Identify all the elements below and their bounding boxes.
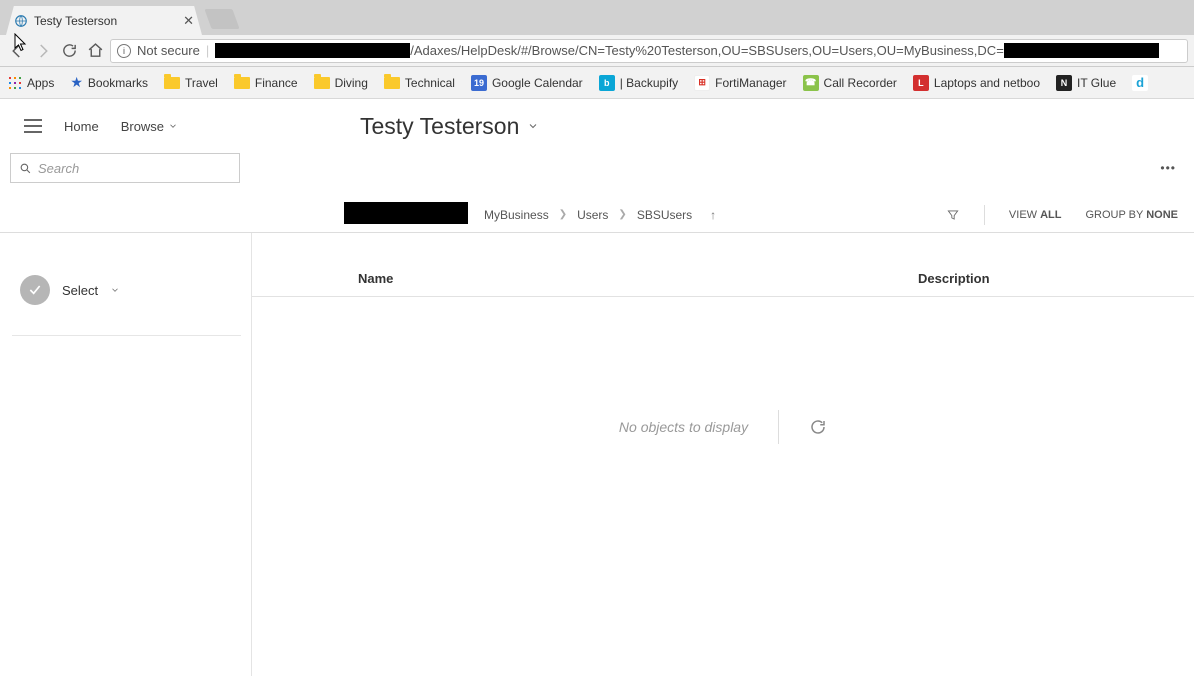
breadcrumb-row: MyBusiness ❯ Users ❯ SBSUsers ↑ VIEW ALL… <box>0 197 1194 233</box>
bookmark-diving[interactable]: Diving <box>314 75 368 91</box>
forti-icon: ⊞ <box>694 75 710 91</box>
security-label: Not secure <box>137 43 200 58</box>
sidebar: Select <box>0 233 252 676</box>
tab-favicon <box>14 14 28 28</box>
breadcrumb: MyBusiness ❯ Users ❯ SBSUsers ↑ <box>484 208 716 222</box>
bookmark-bookmarks[interactable]: ★Bookmarks <box>70 74 148 91</box>
apps-grid-icon <box>8 76 22 90</box>
star-icon: ★ <box>70 74 83 91</box>
folder-icon <box>384 75 400 91</box>
col-description[interactable]: Description <box>918 271 990 286</box>
search-input[interactable] <box>38 161 231 176</box>
bookmark-d[interactable]: d <box>1132 75 1148 91</box>
bookmark-callrec[interactable]: ☎Call Recorder <box>803 75 897 91</box>
new-tab-button[interactable] <box>204 9 239 29</box>
d-icon: d <box>1132 75 1148 91</box>
callrec-icon: ☎ <box>803 75 819 91</box>
refresh-icon[interactable] <box>809 418 827 436</box>
select-toggle[interactable]: Select <box>20 275 241 305</box>
url-path: /Adaxes/HelpDesk/#/Browse/CN=Testy%20Tes… <box>410 43 1004 58</box>
address-bar[interactable]: i Not secure | /Adaxes/HelpDesk/#/Browse… <box>110 39 1188 63</box>
divider <box>12 335 241 336</box>
crumb-users[interactable]: Users <box>577 208 608 222</box>
folder-icon <box>234 75 250 91</box>
groupby-toggle[interactable]: GROUP BY NONE <box>1085 209 1178 221</box>
itglue-icon: N <box>1056 75 1072 91</box>
bookmark-backupify[interactable]: b| Backupify <box>599 75 678 91</box>
browser-tab-strip: Testy Testerson ✕ <box>0 0 1194 35</box>
chevron-right-icon: ❯ <box>559 209 567 220</box>
bookmarks-bar: Apps ★Bookmarks Travel Finance Diving Te… <box>0 67 1194 99</box>
chevron-down-icon <box>110 285 120 295</box>
chevron-down-icon <box>168 121 178 131</box>
bookmark-laptops[interactable]: LLaptops and netboo <box>913 75 1040 91</box>
empty-state: No objects to display <box>252 297 1194 557</box>
search-box[interactable] <box>10 153 240 183</box>
back-icon[interactable] <box>6 40 28 62</box>
page-title[interactable]: Testy Testerson <box>252 113 539 140</box>
tab-close-icon[interactable]: ✕ <box>183 13 194 29</box>
col-name[interactable]: Name <box>358 271 918 286</box>
chevron-right-icon: ❯ <box>618 209 626 220</box>
app-header: Home Browse Testy Testerson <box>0 99 1194 153</box>
browser-tab[interactable]: Testy Testerson ✕ <box>6 6 202 35</box>
menu-icon[interactable] <box>24 119 42 133</box>
apps-shortcut[interactable]: Apps <box>8 76 54 90</box>
browser-toolbar: i Not secure | /Adaxes/HelpDesk/#/Browse… <box>0 35 1194 67</box>
divider <box>778 410 779 444</box>
redacted-host <box>215 43 410 58</box>
chevron-down-icon <box>527 120 539 132</box>
nav-browse[interactable]: Browse <box>121 119 178 134</box>
info-icon: i <box>117 44 131 58</box>
home-icon[interactable] <box>84 40 106 62</box>
calendar-icon: 19 <box>471 75 487 91</box>
crumb-mybusiness[interactable]: MyBusiness <box>484 208 549 222</box>
reload-icon[interactable] <box>58 40 80 62</box>
bookmark-travel[interactable]: Travel <box>164 75 218 91</box>
crumb-sbsusers[interactable]: SBSUsers <box>637 208 692 222</box>
backupify-icon: b <box>599 75 615 91</box>
folder-icon <box>314 75 330 91</box>
redacted-tail <box>1004 43 1159 58</box>
bookmark-itglue[interactable]: NIT Glue <box>1056 75 1116 91</box>
search-row: ••• <box>0 153 1194 197</box>
bookmark-forti[interactable]: ⊞FortiManager <box>694 75 786 91</box>
l-icon: L <box>913 75 929 91</box>
divider <box>984 205 985 225</box>
bookmark-technical[interactable]: Technical <box>384 75 455 91</box>
check-circle-icon <box>20 275 50 305</box>
app-root: Home Browse Testy Testerson ••• MyBusine… <box>0 99 1194 676</box>
filter-icon[interactable] <box>946 208 960 222</box>
tab-title: Testy Testerson <box>34 14 183 28</box>
main-content: Name Description No objects to display <box>252 233 1194 676</box>
forward-icon[interactable] <box>32 40 54 62</box>
bookmark-gcal[interactable]: 19Google Calendar <box>471 75 583 91</box>
redacted-crumb <box>344 202 468 224</box>
view-toggle[interactable]: VIEW ALL <box>1009 209 1062 221</box>
search-icon <box>19 162 32 175</box>
up-icon[interactable]: ↑ <box>710 208 716 222</box>
folder-icon <box>164 75 180 91</box>
more-icon[interactable]: ••• <box>1160 161 1176 175</box>
nav-home[interactable]: Home <box>64 119 99 134</box>
bookmark-finance[interactable]: Finance <box>234 75 298 91</box>
table-header: Name Description <box>252 271 1194 297</box>
empty-message: No objects to display <box>619 419 748 435</box>
